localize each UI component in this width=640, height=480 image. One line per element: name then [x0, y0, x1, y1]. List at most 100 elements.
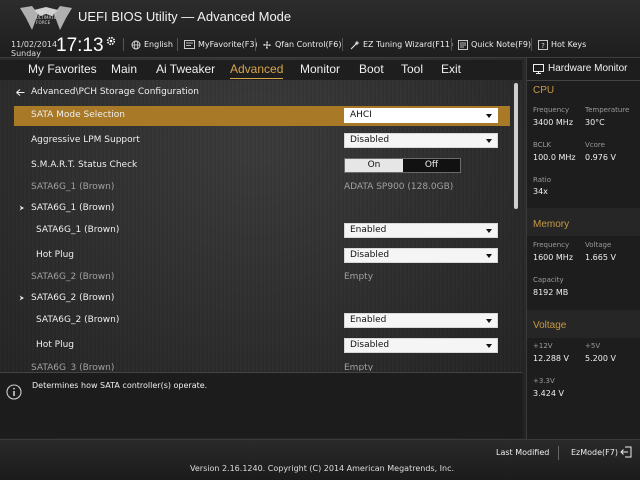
myfavorite-button[interactable]: MyFavorite(F3) — [184, 38, 258, 51]
monitor-icon — [533, 63, 544, 74]
info-icon — [6, 384, 22, 400]
port1-hotplug-select[interactable]: Disabled — [344, 248, 498, 263]
tab-my-favorites[interactable]: My Favorites — [28, 62, 97, 76]
v5-label: +5V — [585, 342, 601, 350]
ezmode-button[interactable]: EzMode(F7) — [571, 448, 618, 457]
vcore-value: 0.976 V — [585, 153, 616, 162]
language-button[interactable]: English — [131, 38, 173, 51]
capacity-label: Capacity — [533, 276, 564, 284]
globe-icon — [131, 40, 141, 49]
footer-divider — [558, 446, 559, 460]
lpm-select[interactable]: Disabled — [344, 133, 498, 148]
cpu-frequency-value: 3400 MHz — [533, 118, 574, 127]
hardware-monitor-panel: Hardware Monitor CPU Frequency Temperatu… — [526, 58, 640, 439]
scrollbar[interactable] — [514, 83, 518, 209]
toolbar-divider — [342, 38, 343, 51]
header-bar: THE ULTIMATE FORCE UEFI BIOS Utility — A… — [0, 0, 640, 58]
tab-main[interactable]: Main — [111, 62, 137, 76]
hot-keys-button[interactable]: ? Hot Keys — [538, 38, 586, 51]
memory-section-title: Memory — [533, 219, 570, 230]
panel-divider — [527, 80, 640, 81]
last-modified-button[interactable]: Last Modified — [496, 448, 549, 457]
memory-voltage-label: Voltage — [585, 241, 612, 249]
chevron-down-icon — [486, 139, 492, 143]
submenu-arrow-icon — [19, 295, 24, 301]
version-text: Version 2.16.1240. Copyright (C) 2014 Am… — [190, 464, 455, 473]
clock-time[interactable]: 17:13 — [56, 35, 104, 57]
tab-advanced[interactable]: Advanced — [230, 62, 284, 79]
cpu-section-title: CPU — [533, 85, 555, 96]
setting-label: Hot Plug — [36, 250, 75, 260]
toggle-on-option[interactable]: On — [345, 159, 403, 172]
tab-tool[interactable]: Tool — [401, 62, 423, 76]
device-name: Empty — [344, 363, 374, 371]
setting-row-port1-enable[interactable]: SATA6G_1 (Brown) Enabled — [14, 221, 510, 241]
qfan-control-button[interactable]: Qfan Control(F6) — [262, 38, 341, 51]
setting-row-sata-mode[interactable]: SATA Mode Selection AHCI — [14, 106, 510, 126]
breadcrumb-text: Advanced\PCH Storage Configuration — [31, 87, 199, 97]
toolbar-divider — [255, 38, 256, 51]
port2-enable-select[interactable]: Enabled — [344, 313, 498, 328]
cpu-frequency-label: Frequency — [533, 106, 570, 114]
port1-enable-select[interactable]: Enabled — [344, 223, 498, 238]
gear-icon[interactable] — [106, 36, 116, 46]
toggle-off-option[interactable]: Off — [403, 159, 460, 172]
submenu-port2[interactable]: SATA6G_2 (Brown) — [14, 289, 510, 309]
setting-label: Hot Plug — [36, 340, 75, 350]
toolbar-divider — [123, 38, 124, 51]
submenu-label: SATA6G_1 (Brown) — [31, 203, 115, 213]
setting-label: SATA6G_3 (Brown) — [31, 363, 115, 371]
bclk-value: 100.0 MHz — [533, 153, 576, 162]
setting-label: SATA6G_2 (Brown) — [36, 315, 120, 325]
submenu-arrow-icon — [19, 205, 24, 211]
v12-label: +12V — [533, 342, 553, 350]
setting-row-port2-hotplug[interactable]: Hot Plug Disabled — [14, 336, 510, 356]
sata-mode-select[interactable]: AHCI — [344, 108, 498, 123]
chevron-down-icon — [486, 319, 492, 323]
favorite-icon — [184, 40, 195, 49]
toolbar-divider — [177, 38, 178, 51]
cpu-temperature-label: Temperature — [585, 106, 630, 114]
submenu-port1[interactable]: SATA6G_1 (Brown) — [14, 199, 510, 219]
memory-frequency-value: 1600 MHz — [533, 253, 574, 262]
setting-row-port1-info: SATA6G_1 (Brown) ADATA SP900 (128.0GB) — [14, 178, 510, 198]
chevron-down-icon — [486, 114, 492, 118]
chevron-down-icon — [486, 229, 492, 233]
setting-label: SATA6G_1 (Brown) — [31, 182, 115, 192]
tab-monitor[interactable]: Monitor — [300, 62, 340, 76]
setting-row-port3-info: SATA6G_3 (Brown) Empty — [14, 359, 510, 371]
smart-toggle[interactable]: On Off — [344, 158, 461, 173]
breadcrumb[interactable]: Advanced\PCH Storage Configuration — [16, 87, 199, 97]
settings-panel: Advanced\PCH Storage Configuration SATA … — [0, 81, 522, 371]
exit-icon[interactable] — [620, 446, 632, 458]
back-arrow-icon[interactable] — [16, 88, 25, 96]
setting-row-port1-hotplug[interactable]: Hot Plug Disabled — [14, 246, 510, 266]
submenu-label: SATA6G_2 (Brown) — [31, 293, 115, 303]
device-name: ADATA SP900 (128.0GB) — [344, 182, 454, 192]
port2-hotplug-select[interactable]: Disabled — [344, 338, 498, 353]
memory-frequency-label: Frequency — [533, 241, 570, 249]
setting-row-port2-enable[interactable]: SATA6G_2 (Brown) Enabled — [14, 311, 510, 331]
cpu-temperature-value: 30°C — [585, 118, 605, 127]
note-icon — [458, 39, 468, 50]
svg-text:?: ? — [541, 42, 545, 50]
tab-ai-tweaker[interactable]: Ai Tweaker — [156, 62, 215, 76]
quick-note-button[interactable]: Quick Note(F9) — [458, 38, 531, 51]
ez-tuning-wizard-button[interactable]: EZ Tuning Wizard(F11) — [350, 38, 453, 51]
setting-label: SATA6G_2 (Brown) — [31, 272, 115, 282]
fan-icon — [263, 40, 271, 49]
hardware-monitor-title: Hardware Monitor — [533, 63, 627, 74]
setting-row-port2-info: SATA6G_2 (Brown) Empty — [14, 268, 510, 288]
chevron-down-icon — [486, 254, 492, 258]
setting-row-smart[interactable]: S.M.A.R.T. Status Check On Off — [14, 156, 510, 176]
setting-row-lpm[interactable]: Aggressive LPM Support Disabled — [14, 131, 510, 151]
voltage-section-title: Voltage — [533, 320, 567, 331]
setting-label: Aggressive LPM Support — [31, 135, 140, 145]
v33-value: 3.424 V — [533, 389, 564, 398]
v5-value: 5.200 V — [585, 354, 616, 363]
tab-boot[interactable]: Boot — [359, 62, 384, 76]
tab-exit[interactable]: Exit — [441, 62, 461, 76]
footer-bar: Last Modified EzMode(F7) Version 2.16.12… — [0, 439, 640, 480]
chevron-down-icon — [486, 344, 492, 348]
capacity-value: 8192 MB — [533, 288, 569, 297]
